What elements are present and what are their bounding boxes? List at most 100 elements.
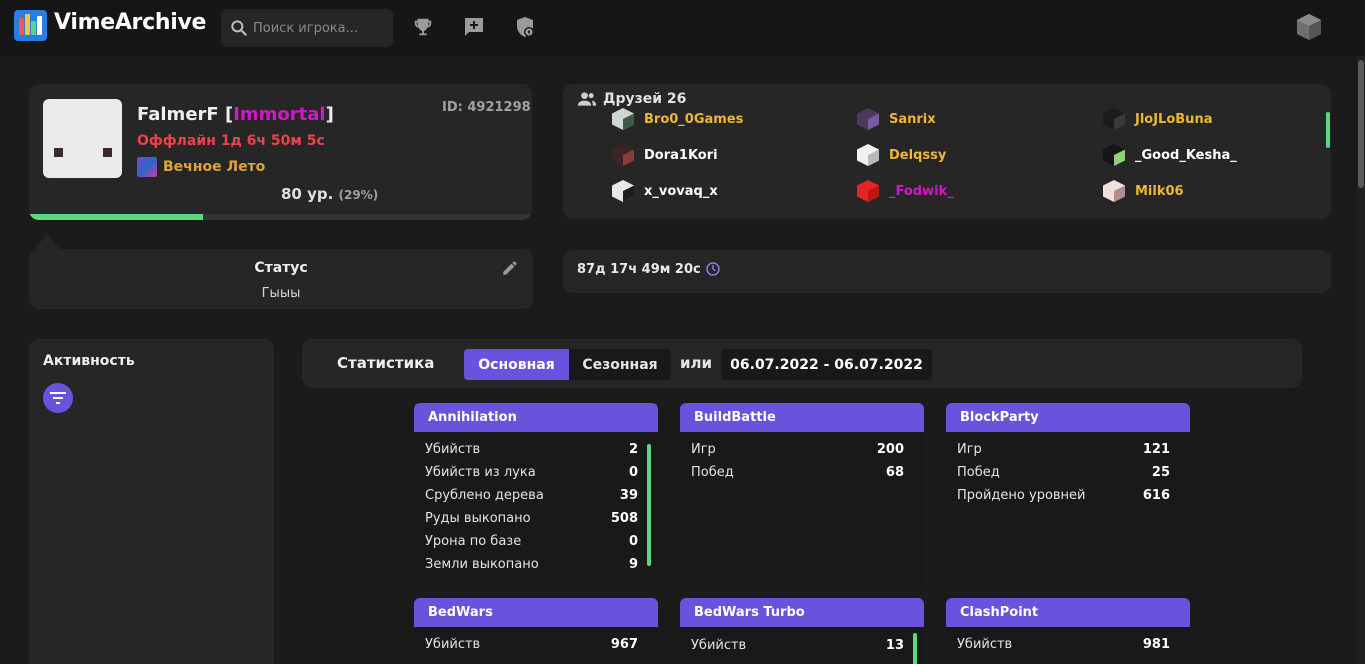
edit-status-pencil-icon[interactable] xyxy=(501,259,519,281)
friend-head-icon xyxy=(612,180,634,202)
game-stats-card: BedWars Убийств 967 xyxy=(414,598,658,664)
game-title: BlockParty xyxy=(946,403,1190,432)
stat-label: Пройдено уровней xyxy=(957,488,1086,503)
game-stats-card: BlockParty Игр 121 Побед 25 Пройдено уровней 6… xyxy=(946,403,1190,583)
friends-header: Друзей 26 xyxy=(577,91,686,107)
stat-value: 616 xyxy=(1142,488,1170,503)
game-stats-list: Убийств 967 xyxy=(425,637,638,660)
game-stats-list: Игр 121 Побед 25 Пройдено уровней 616 xyxy=(957,442,1170,511)
playtime-card: 87д 17ч 49м 20с xyxy=(563,250,1331,293)
status-pointer xyxy=(34,235,60,249)
friend-item[interactable]: Delqssy xyxy=(856,143,946,167)
status-card: Статус Гыыы xyxy=(29,249,533,309)
friend-name: _Fodwik_ xyxy=(889,183,954,199)
game-title: ClashPoint xyxy=(946,598,1190,627)
scrollbar-thumb[interactable] xyxy=(1358,60,1364,188)
friends-count: Друзей 26 xyxy=(603,91,687,107)
logo-icon[interactable] xyxy=(14,10,47,41)
stat-label: Убийств xyxy=(425,637,481,652)
stat-label: Земли выкопано xyxy=(425,557,539,570)
friend-item[interactable]: Milk06 xyxy=(1102,179,1184,203)
friend-item[interactable]: Dora1Kori xyxy=(611,143,718,167)
stat-label: Игр xyxy=(957,442,982,457)
stat-label: Убийств xyxy=(425,442,481,457)
activity-title: Активность xyxy=(43,353,135,369)
friend-item[interactable]: Sanrix xyxy=(856,107,936,131)
game-stats-list: Убийств 2 Убийств из лука 0 Срублено дерева 3… xyxy=(425,442,638,570)
stat-label: Побед xyxy=(691,465,734,480)
friend-item[interactable]: x_vovaq_x xyxy=(611,179,718,203)
stat-value: 967 xyxy=(610,637,638,652)
friend-head-icon xyxy=(857,180,879,202)
stat-value: 121 xyxy=(1142,442,1170,457)
friend-item[interactable]: _Good_Kesha_ xyxy=(1102,143,1237,167)
skin-eye-left xyxy=(54,148,63,157)
stat-row: Убийств 967 xyxy=(425,637,638,660)
stat-label: Игр xyxy=(691,442,716,457)
filter-button[interactable] xyxy=(43,383,73,413)
stat-label: Убийств xyxy=(691,638,747,653)
filter-icon xyxy=(50,392,66,404)
activity-card: Активность xyxy=(29,339,274,664)
friend-head-icon xyxy=(857,144,879,166)
stat-row: Побед 68 xyxy=(691,465,904,488)
stat-value: 39 xyxy=(619,488,638,503)
stat-value: 9 xyxy=(628,557,638,570)
game-stats-card: BedWars Turbo Убийств 13 xyxy=(680,598,924,664)
game-title: BedWars Turbo xyxy=(680,598,924,627)
game-stats-card: ClashPoint Убийств 981 xyxy=(946,598,1190,664)
tab-season-stats[interactable]: Сезонная xyxy=(569,349,671,380)
total-playtime: 87д 17ч 49м 20с xyxy=(577,261,721,277)
stat-value: 0 xyxy=(628,534,638,549)
brand-name[interactable]: VimeArchive xyxy=(54,10,206,35)
page-scrollbar[interactable] xyxy=(1357,56,1365,664)
game-stats-list: Убийств 13 xyxy=(691,638,904,661)
stats-toolbar: Статистика Основная Сезонная или 06.07.2… xyxy=(302,339,1302,388)
game-title: BuildBattle xyxy=(680,403,924,432)
stat-row: Урона по базе 0 xyxy=(425,534,638,557)
stat-value: 68 xyxy=(885,465,904,480)
game-stats-list: Игр 200 Побед 68 xyxy=(691,442,904,488)
trophy-icon[interactable] xyxy=(410,14,436,40)
friend-item[interactable]: Bro0_0Games xyxy=(611,107,743,131)
player-rank: Immortal xyxy=(233,104,326,125)
player-id: ID: 4921298 xyxy=(442,100,531,115)
user-avatar-icon[interactable] xyxy=(1296,13,1322,45)
friend-head-icon xyxy=(1103,108,1125,130)
friend-name: Delqssy xyxy=(889,147,947,163)
game-title: BedWars xyxy=(414,598,658,627)
card-scrollbar[interactable] xyxy=(913,633,917,664)
profile-card: FalmerF [Immortal] ID: 4921298 Оффлайн 1… xyxy=(29,84,532,220)
stats-title: Статистика xyxy=(337,354,435,372)
guild-link[interactable]: Вечное Лето xyxy=(137,157,265,177)
friend-item[interactable]: _Fodwik_ xyxy=(856,179,954,203)
game-title: Annihilation xyxy=(414,403,658,432)
stat-row: Руды выкопано 508 xyxy=(425,511,638,534)
stat-row: Убийств 13 xyxy=(691,638,904,661)
friend-item[interactable]: JloJLoBuna xyxy=(1102,107,1212,131)
search-input[interactable] xyxy=(253,9,387,47)
level-progress-bar xyxy=(29,214,532,220)
card-scrollbar[interactable] xyxy=(647,444,651,566)
friend-head-icon xyxy=(612,144,634,166)
shield-lock-icon[interactable] xyxy=(512,14,538,40)
stat-value: 2 xyxy=(628,442,638,457)
stat-value: 200 xyxy=(876,442,904,457)
stat-value: 0 xyxy=(628,465,638,480)
search-box[interactable] xyxy=(221,9,393,47)
game-stats-card: BuildBattle Игр 200 Побед 68 xyxy=(680,403,924,583)
search-icon xyxy=(231,20,247,36)
date-range-picker[interactable]: 06.07.2022 - 06.07.2022 xyxy=(721,349,932,380)
stat-row: Убийств 981 xyxy=(957,637,1170,660)
stat-value: 508 xyxy=(610,511,638,526)
message-plus-icon[interactable] xyxy=(461,14,487,40)
stat-label: Руды выкопано xyxy=(425,511,531,526)
friend-head-icon xyxy=(1103,144,1125,166)
tab-main-stats[interactable]: Основная xyxy=(464,349,569,380)
stat-row: Игр 200 xyxy=(691,442,904,465)
level-percent: (29%) xyxy=(338,188,379,202)
friends-group-icon xyxy=(577,92,597,106)
friends-scrollbar[interactable] xyxy=(1326,112,1330,148)
friend-name: x_vovaq_x xyxy=(644,183,718,199)
status-text: Гыыы xyxy=(261,286,301,301)
